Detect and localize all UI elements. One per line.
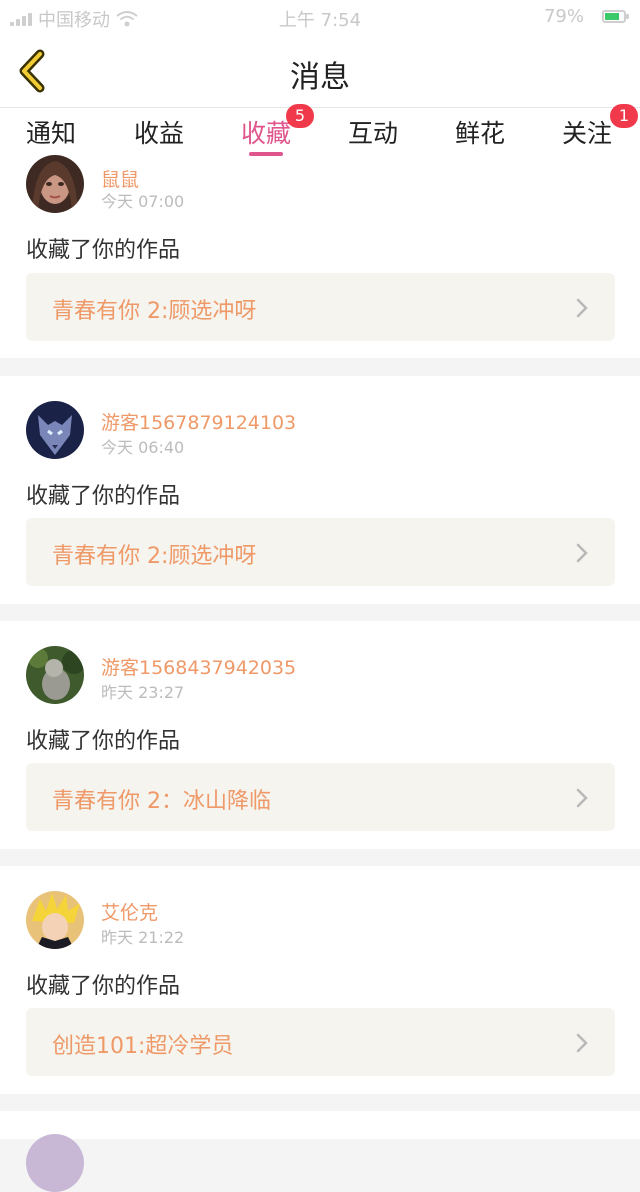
avatar[interactable] — [26, 646, 84, 704]
chevron-right-icon — [576, 1033, 588, 1053]
user-avatar-icon — [26, 891, 84, 949]
chevron-right-icon — [576, 543, 588, 563]
tab-label: 收藏 — [240, 119, 291, 148]
action-text: 收藏了你的作品 — [26, 729, 181, 754]
message-card: 游客1567879124103 今天 06:40 收藏了你的作品 青春有你 2:… — [0, 376, 640, 604]
user-avatar-icon — [26, 401, 84, 459]
tab-notifications[interactable]: 通知 — [1, 114, 101, 160]
battery-icon — [602, 10, 629, 23]
active-tab-indicator — [249, 152, 283, 156]
work-title: 创造101:超冷学员 — [52, 1034, 234, 1059]
action-text: 收藏了你的作品 — [26, 974, 181, 999]
message-card: 艾伦克 昨天 21:22 收藏了你的作品 创造101:超冷学员 — [0, 866, 640, 1094]
work-title: 青春有你 2：冰山降临 — [52, 789, 271, 814]
tab-bar: 通知 收益 收藏 5 互动 鲜花 关注 1 — [0, 104, 640, 160]
timestamp: 今天 06:40 — [101, 438, 185, 457]
username[interactable]: 游客1567879124103 — [101, 408, 296, 435]
avatar[interactable] — [26, 1134, 84, 1192]
page-title: 消息 — [290, 60, 350, 95]
avatar[interactable] — [26, 891, 84, 949]
avatar[interactable] — [26, 401, 84, 459]
battery-percent: 79% — [543, 6, 584, 27]
work-link[interactable]: 创造101:超冷学员 — [26, 1008, 615, 1076]
user-avatar-icon — [26, 646, 84, 704]
unread-badge: 1 — [610, 104, 638, 128]
username[interactable]: 游客1568437942035 — [101, 653, 296, 680]
tab-flowers[interactable]: 鲜花 — [430, 114, 530, 160]
tab-following[interactable]: 关注 1 — [537, 104, 638, 160]
username[interactable]: 艾伦克 — [101, 898, 158, 925]
user-avatar-icon — [26, 155, 84, 213]
timestamp: 昨天 21:22 — [101, 928, 185, 947]
work-link[interactable]: 青春有你 2：冰山降临 — [26, 763, 615, 831]
work-link[interactable]: 青春有你 2:顾选冲呀 — [26, 273, 615, 341]
tab-favorites[interactable]: 收藏 5 — [216, 104, 316, 160]
action-text: 收藏了你的作品 — [26, 238, 181, 263]
work-title: 青春有你 2:顾选冲呀 — [52, 299, 257, 324]
tab-label: 互动 — [347, 119, 398, 148]
chevron-right-icon — [576, 298, 588, 318]
status-bar: 中国移动 上午 7:54 79% — [0, 0, 640, 34]
avatar[interactable] — [26, 155, 84, 213]
message-card: 鼠鼠 今天 07:00 收藏了你的作品 青春有你 2:顾选冲呀 — [0, 155, 640, 358]
tab-interactions[interactable]: 互动 — [323, 114, 423, 160]
message-card — [0, 1111, 640, 1139]
tab-label: 收益 — [133, 119, 184, 148]
tab-label: 关注 — [561, 119, 612, 148]
tab-label: 鲜花 — [454, 119, 505, 148]
chevron-right-icon — [576, 788, 588, 808]
tab-earnings[interactable]: 收益 — [109, 114, 209, 160]
message-card: 游客1568437942035 昨天 23:27 收藏了你的作品 青春有你 2：… — [0, 621, 640, 849]
work-link[interactable]: 青春有你 2:顾选冲呀 — [26, 518, 615, 586]
timestamp: 今天 07:00 — [101, 192, 185, 211]
timestamp: 昨天 23:27 — [101, 683, 185, 702]
work-title: 青春有你 2:顾选冲呀 — [52, 544, 257, 569]
tab-label: 通知 — [25, 119, 76, 148]
navigation-bar: 消息 — [0, 34, 640, 108]
unread-badge: 5 — [286, 104, 314, 128]
action-text: 收藏了你的作品 — [26, 484, 181, 509]
